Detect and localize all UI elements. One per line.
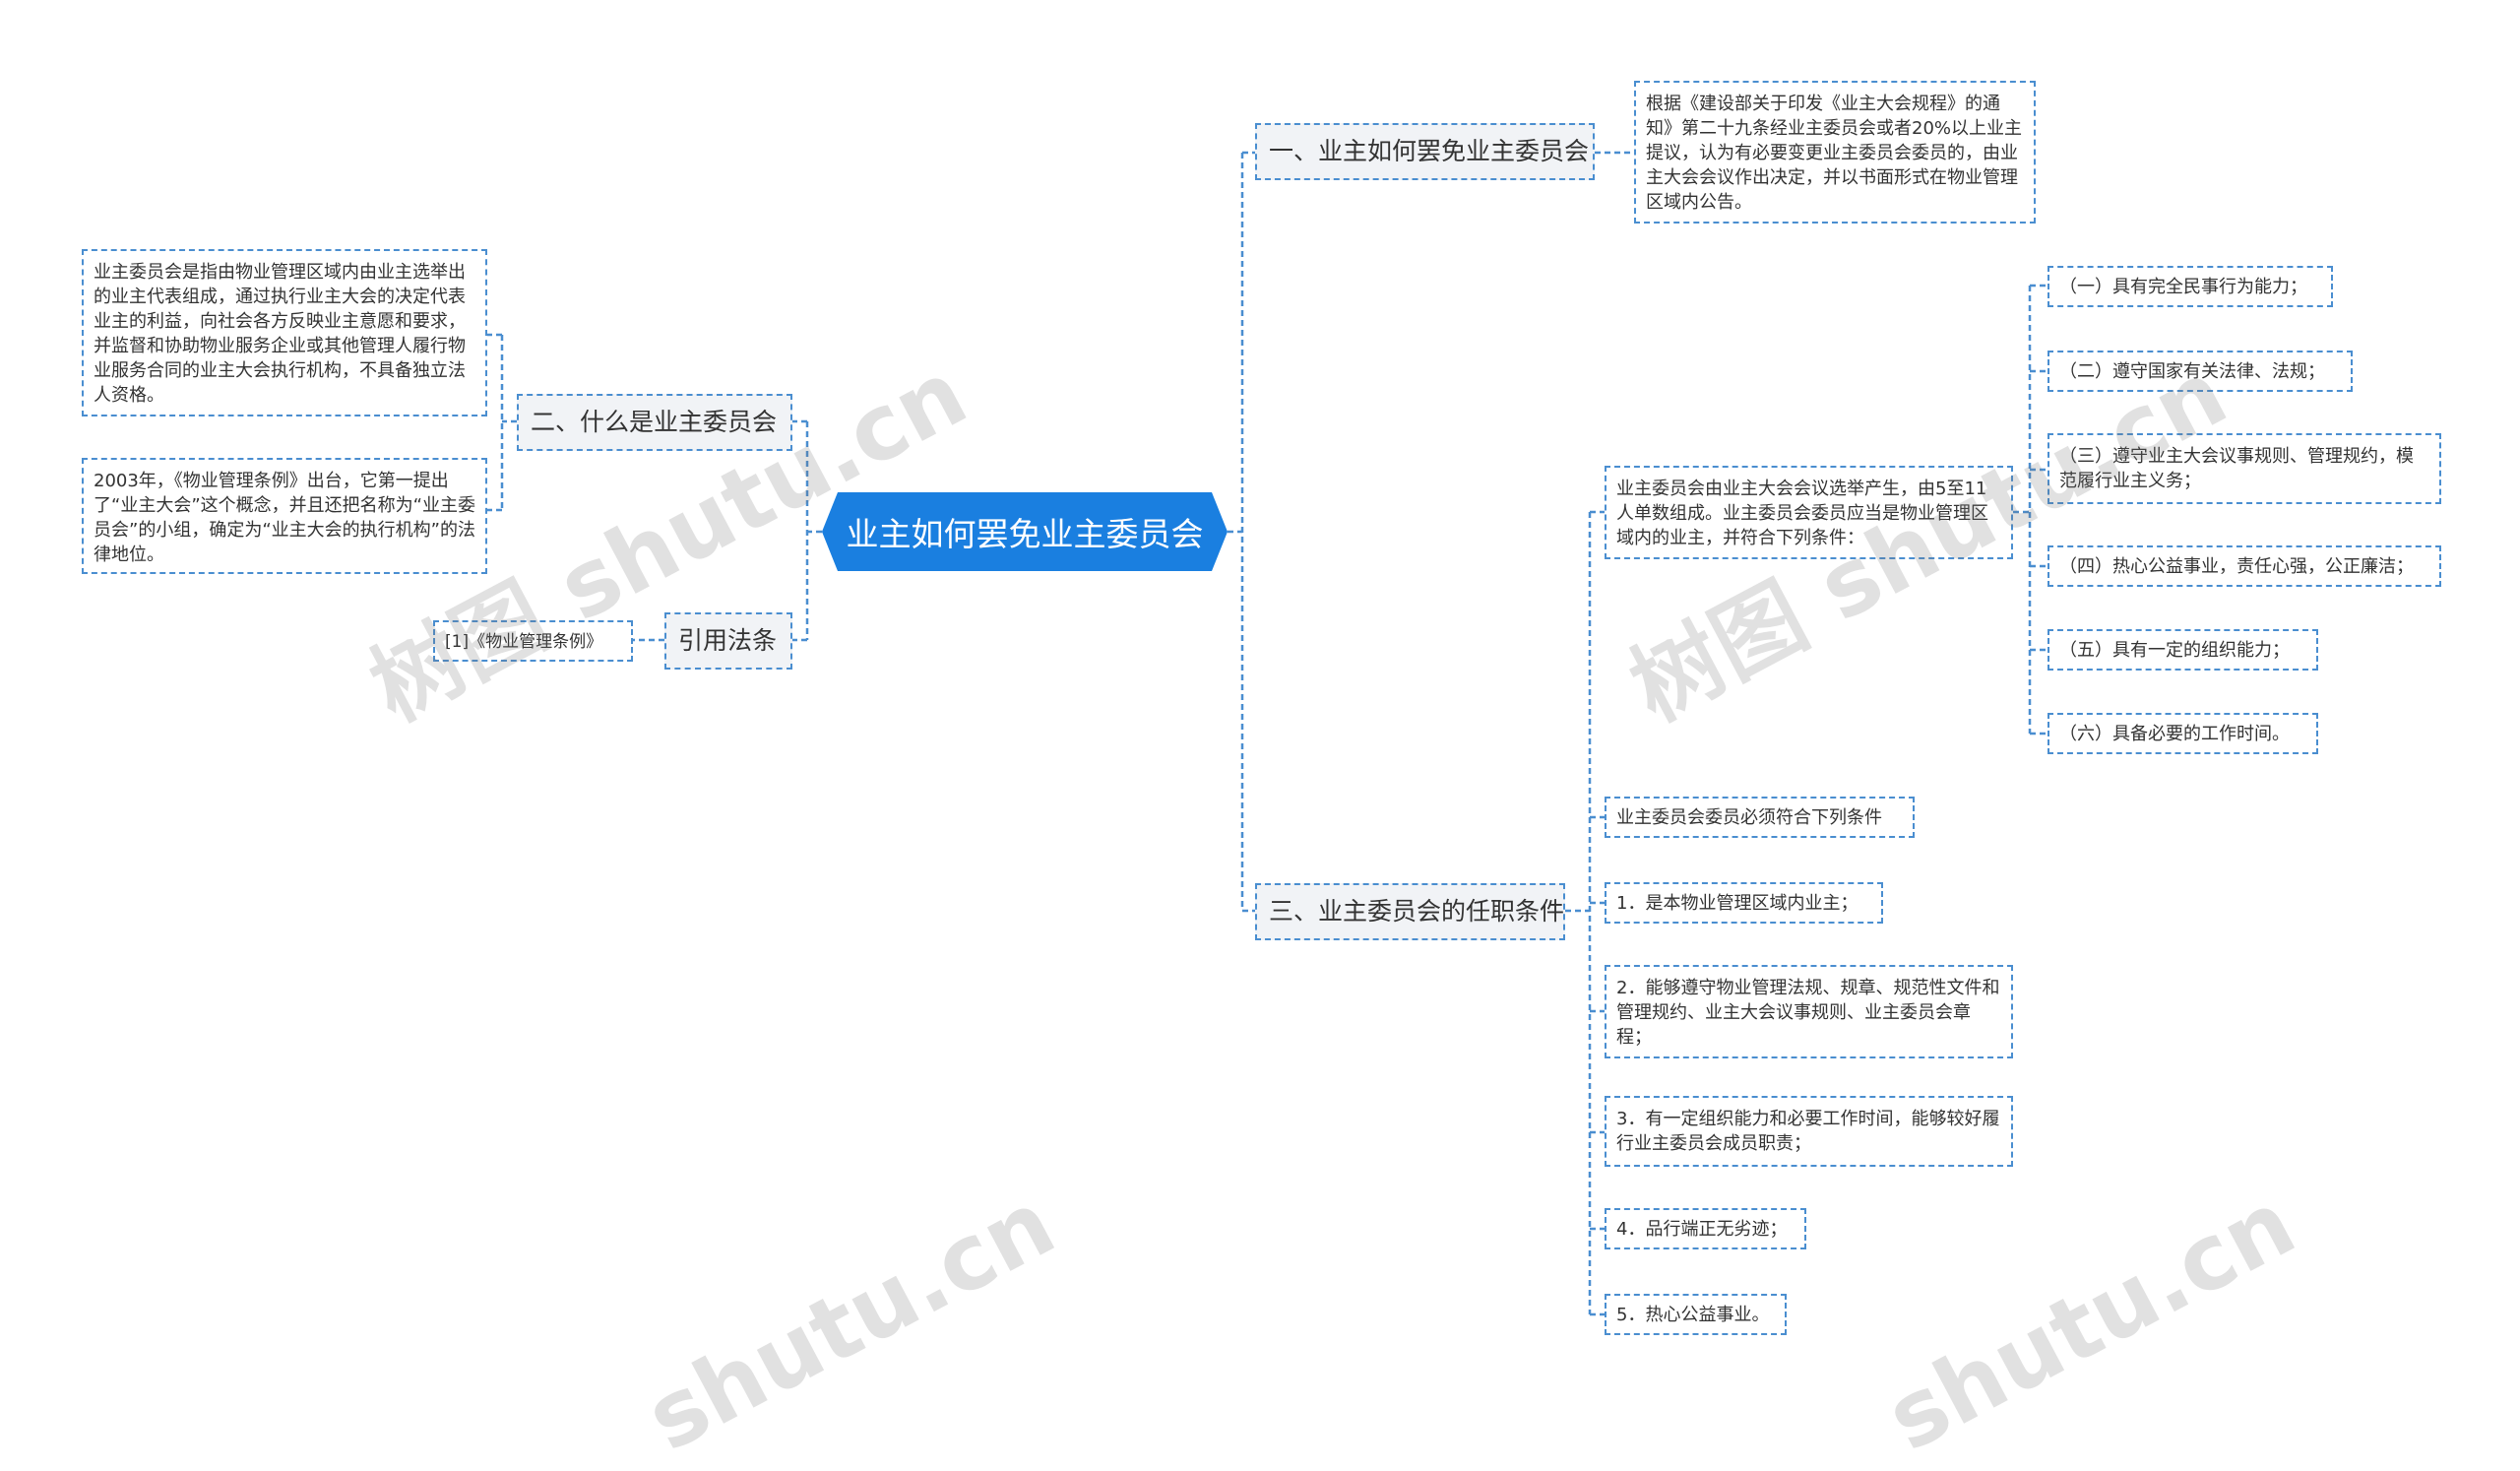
condition-item[interactable]: （三）遵守业主大会议事规则、管理规约，模范履行业主义务； xyxy=(2048,433,2441,504)
condition-item[interactable]: （四）热心公益事业，责任心强，公正廉洁； xyxy=(2048,545,2441,587)
must-meet-conditions-header-label: 业主委员会委员必须符合下列条件 xyxy=(1616,807,1882,828)
connector-lines xyxy=(487,151,2048,1316)
requirement-item[interactable]: 4．品行端正无劣迹； xyxy=(1605,1208,1806,1249)
committee-definition-text[interactable]: 业主委员会是指由物业管理区域内由业主选举出的业主代表组成，通过执行业主大会的决定… xyxy=(82,249,487,416)
root-topic[interactable]: 业主如何罢免业主委员会 xyxy=(822,492,1228,571)
dismissal-procedure-text[interactable]: 根据《建设部关于印发《业主大会规程》的通知》第二十九条经业主委员会或者20%以上… xyxy=(1634,81,2036,224)
condition-item[interactable]: （二）遵守国家有关法律、法规； xyxy=(2048,351,2353,392)
must-meet-conditions-header[interactable]: 业主委员会委员必须符合下列条件 xyxy=(1605,797,1915,838)
condition-item[interactable]: （六）具备必要的工作时间。 xyxy=(2048,713,2318,754)
committee-definition-text-content: 业主委员会是指由物业管理区域内由业主选举出的业主代表组成，通过执行业主大会的决定… xyxy=(94,262,466,406)
requirement-item[interactable]: 3．有一定组织能力和必要工作时间，能够较好履行业主委员会成员职责； xyxy=(1605,1096,2013,1167)
committee-history-text-content: 2003年，《物业管理条例》出台，它第一提出了“业主大会”这个概念，并且还把名称… xyxy=(94,471,475,565)
branch-qualifications[interactable]: 三、业主委员会的任职条件 xyxy=(1255,883,1565,940)
cited-law-item[interactable]: [1]《物业管理条例》 xyxy=(433,620,633,662)
branch-how-to-dismiss-label: 一、业主如何罢免业主委员会 xyxy=(1269,137,1590,165)
qualification-intro-text[interactable]: 业主委员会由业主大会会议选举产生，由5至11人单数组成。业主委员会委员应当是物业… xyxy=(1605,466,2013,559)
condition-item-label: （四）热心公益事业，责任心强，公正廉洁； xyxy=(2059,556,2414,577)
branch-what-is-committee[interactable]: 二、什么是业主委员会 xyxy=(517,394,792,451)
requirement-item-label: 4．品行端正无劣迹； xyxy=(1616,1219,1788,1240)
branch-qualifications-label: 三、业主委员会的任职条件 xyxy=(1269,897,1565,926)
condition-item-label: （二）遵守国家有关法律、法规； xyxy=(2059,361,2325,382)
condition-item[interactable]: （一）具有完全民事行为能力； xyxy=(2048,266,2333,307)
requirement-item-label: 3．有一定组织能力和必要工作时间，能够较好履行业主委员会成员职责； xyxy=(1616,1109,2000,1154)
condition-item-label: （五）具有一定的组织能力； xyxy=(2059,640,2290,661)
condition-item-label: （三）遵守业主大会议事规则、管理规约，模范履行业主义务； xyxy=(2059,446,2414,491)
root-topic-label: 业主如何罢免业主委员会 xyxy=(846,515,1204,553)
requirement-item[interactable]: 5．热心公益事业。 xyxy=(1605,1294,1787,1335)
requirement-item[interactable]: 1．是本物业管理区域内业主； xyxy=(1605,882,1883,924)
dismissal-procedure-text-content: 根据《建设部关于印发《业主大会规程》的通知》第二十九条经业主委员会或者20%以上… xyxy=(1646,94,2023,213)
condition-item[interactable]: （五）具有一定的组织能力； xyxy=(2048,629,2318,671)
branch-cited-law-label: 引用法条 xyxy=(678,626,778,655)
branch-how-to-dismiss[interactable]: 一、业主如何罢免业主委员会 xyxy=(1255,123,1595,180)
condition-item-label: （一）具有完全民事行为能力； xyxy=(2059,277,2307,297)
requirement-item-label: 2．能够遵守物业管理法规、规章、规范性文件和管理规约、业主大会议事规则、业主委员… xyxy=(1616,978,2000,1048)
requirement-item-label: 1．是本物业管理区域内业主； xyxy=(1616,893,1858,914)
mind-map-canvas: 业主如何罢免业主委员会 一、业主如何罢免业主委员会 二、什么是业主委员会 三、业… xyxy=(0,0,2520,1471)
cited-law-item-label: [1]《物业管理条例》 xyxy=(445,632,603,652)
qualification-intro-text-content: 业主委员会由业主大会会议选举产生，由5至11人单数组成。业主委员会委员应当是物业… xyxy=(1616,479,1988,548)
branch-what-is-committee-label: 二、什么是业主委员会 xyxy=(531,408,778,436)
requirement-item[interactable]: 2．能够遵守物业管理法规、规章、规范性文件和管理规约、业主大会议事规则、业主委员… xyxy=(1605,965,2013,1058)
requirement-item-label: 5．热心公益事业。 xyxy=(1616,1305,1770,1325)
branch-cited-law[interactable]: 引用法条 xyxy=(664,612,792,670)
condition-item-label: （六）具备必要的工作时间。 xyxy=(2059,724,2290,744)
committee-history-text[interactable]: 2003年，《物业管理条例》出台，它第一提出了“业主大会”这个概念，并且还把名称… xyxy=(82,458,487,574)
